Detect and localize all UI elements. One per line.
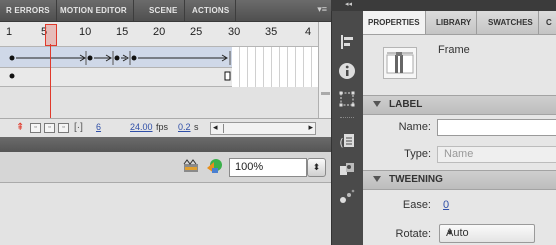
edit-scene-icon[interactable] — [183, 159, 199, 173]
tween-span[interactable] — [0, 47, 318, 87]
tab-color[interactable]: C — [541, 11, 556, 34]
chevron-down-icon[interactable]: ▼ — [446, 228, 530, 237]
timeline-empty-area[interactable] — [0, 87, 318, 118]
fps-value[interactable]: 24.00 — [130, 122, 153, 132]
name-label: Name: — [398, 121, 431, 133]
tweening-section-header[interactable]: TWEENING — [363, 170, 556, 190]
svg-text:(: ( — [338, 136, 345, 149]
dock-separator — [340, 117, 354, 119]
tab-swatches[interactable]: SWATCHES — [483, 11, 539, 34]
ease-label: Ease: — [402, 199, 431, 211]
tab-scene[interactable]: SCENE — [143, 0, 185, 21]
ruler-number: 25 — [190, 26, 203, 38]
align-icon[interactable] — [338, 33, 356, 51]
zoom-input[interactable]: 100% — [229, 158, 307, 177]
tab-actions[interactable]: ACTIONS — [186, 0, 237, 21]
onion-skin-icon[interactable]: ▫ — [30, 123, 41, 133]
tab-library[interactable]: LIBRARY — [431, 11, 478, 34]
scroll-right-icon[interactable]: ▸ — [308, 122, 313, 133]
label-section-title: LABEL — [389, 99, 423, 110]
time-unit: s — [194, 122, 199, 132]
timeline-scrollbar[interactable] — [318, 22, 332, 118]
scroll-left-icon[interactable]: ◂ — [213, 122, 218, 133]
timeline-panel: R ERRORS MOTION EDITOR SCENE ACTIONS ▾≡ … — [0, 0, 332, 245]
ruler-number: 4 — [305, 26, 312, 38]
motion-presets-icon[interactable] — [338, 188, 356, 206]
label-type-value: Name — [444, 148, 474, 160]
timeline-status-bar: ⇞ ▫ ▫ ▫ [·] 6 24.00 fps 0.2 s ◂ ▸ — [0, 118, 331, 138]
modify-onion-markers-icon[interactable]: [·] — [74, 122, 83, 133]
rotate-select[interactable]: Auto ▼ — [439, 224, 535, 243]
components-icon[interactable] — [338, 160, 356, 178]
label-type-select[interactable]: Name — [437, 146, 556, 163]
current-frame[interactable]: 6 — [96, 122, 101, 132]
collapse-icon[interactable]: ◂◂ — [345, 0, 352, 8]
tab-properties[interactable]: PROPERTIES — [363, 11, 426, 34]
center-frame-icon[interactable]: ⇞ — [16, 122, 24, 133]
elapsed-time[interactable]: 0.2 — [178, 122, 191, 132]
fps-unit: fps — [156, 122, 169, 132]
stage-divider-bar — [0, 137, 331, 152]
tab-compiler-errors[interactable]: R ERRORS — [0, 0, 57, 21]
selection-type: Frame — [438, 44, 470, 56]
rotate-label: Rotate: — [395, 228, 431, 240]
dock-header: ◂◂ — [331, 0, 363, 11]
label-section-header[interactable]: LABEL — [363, 95, 556, 115]
properties-tab-bar: PROPERTIES LIBRARY SWATCHES C — [363, 11, 556, 35]
ease-value[interactable]: 0 — [443, 199, 449, 211]
stage-area[interactable] — [0, 183, 331, 245]
ruler-number: 20 — [153, 26, 166, 38]
panel-menu-icon[interactable]: ▾≡ — [317, 4, 327, 15]
ruler-number: 30 — [228, 26, 241, 38]
frame-name-input[interactable] — [437, 119, 556, 136]
zoom-dropdown-button[interactable]: ⬍ — [307, 158, 326, 177]
edit-symbols-icon[interactable] — [205, 158, 223, 174]
properties-header-strip — [363, 0, 556, 11]
ruler-number: 1 — [6, 26, 13, 38]
onion-skin-outlines-icon[interactable]: ▫ — [44, 123, 55, 133]
expand-triangle-icon[interactable] — [373, 101, 381, 107]
tweening-section-title: TWEENING — [389, 174, 443, 185]
type-label: Type: — [404, 148, 431, 160]
zoom-value[interactable]: 100% — [235, 161, 263, 173]
expand-triangle-icon[interactable] — [373, 176, 381, 182]
edit-multiple-frames-icon[interactable]: ▫ — [58, 123, 69, 133]
frame-thumbnail-icon — [383, 47, 417, 79]
tab-motion-editor[interactable]: MOTION EDITOR — [54, 0, 134, 21]
info-icon[interactable] — [338, 62, 356, 80]
horizontal-scrollbar[interactable]: ◂ ▸ — [210, 122, 316, 135]
ruler-number: 15 — [116, 26, 129, 38]
playhead-marker[interactable] — [45, 24, 57, 46]
ruler-number: 10 — [79, 26, 92, 38]
ruler-number: 35 — [265, 26, 278, 38]
code-snippets-icon[interactable]: ( — [338, 132, 356, 150]
transform-icon[interactable] — [338, 90, 356, 108]
timeline-tab-bar: R ERRORS MOTION EDITOR SCENE ACTIONS ▾≡ — [0, 0, 331, 22]
